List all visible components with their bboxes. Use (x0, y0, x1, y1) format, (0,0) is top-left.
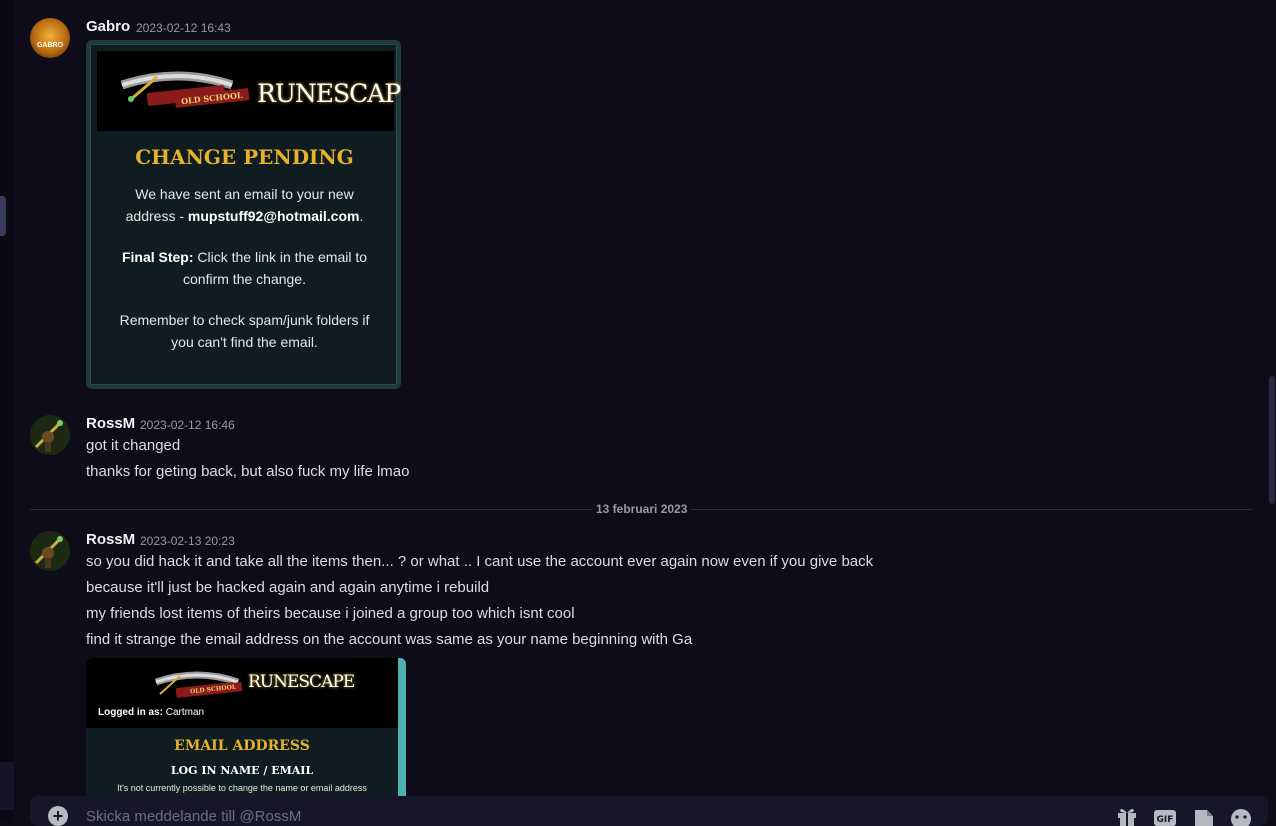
add-icon[interactable]: + (48, 806, 68, 826)
scrollbar-thumb[interactable] (1269, 376, 1275, 504)
username[interactable]: RossM (86, 531, 135, 548)
gif-icon[interactable]: GIF (1154, 806, 1176, 826)
chat-area: GABRO Gabro 2023-02-12 16:43 OLD SCHOOL … (14, 0, 1268, 822)
emoji-icon[interactable] (1230, 806, 1252, 826)
panel-subtitle: LOG IN NAME / EMAIL (170, 764, 314, 777)
avatar[interactable] (30, 415, 70, 455)
image-attachment[interactable]: OLD SCHOOL RUNESCAPE Logged in as: Cartm… (86, 658, 406, 800)
username[interactable]: RossM (86, 415, 135, 432)
text-line: We have sent an email to your new (135, 186, 354, 202)
sticker-icon[interactable] (1193, 806, 1215, 826)
avatar-label: GABRO (36, 42, 64, 49)
message-text: thanks for geting back, but also fuck my… (86, 463, 410, 480)
panel-note: It's not currently possible to change th… (117, 783, 367, 793)
message-input[interactable]: Skicka meddelande till @RossM (86, 808, 301, 825)
logged-in-user: Cartman (163, 707, 205, 718)
sidebar-footer (0, 762, 14, 810)
new-email: mupstuff92@hotmail.com (187, 208, 360, 224)
panel-title: CHANGE PENDING (135, 145, 354, 169)
avatar[interactable]: GABRO (30, 18, 70, 58)
text-line: you can't find the email. (171, 334, 318, 350)
email-sent-text: We have sent an email to your new addres… (101, 183, 388, 227)
selected-indicator (0, 196, 6, 236)
message-text: my friends lost items of theirs because … (86, 605, 575, 622)
timestamp: 2023-02-13 20:23 (140, 534, 235, 548)
svg-text:GIF: GIF (1157, 815, 1174, 825)
brand-logo: RUNESCAPE (248, 672, 355, 692)
text-line: confirm the change. (183, 271, 306, 287)
spam-reminder-text: Remember to check spam/junk folders if y… (101, 309, 388, 353)
panel-title: EMAIL ADDRESS (174, 738, 310, 754)
email-change-panel: OLD SCHOOL RUNESCAPE CHANGE PENDING We h… (90, 44, 401, 385)
message-text: find it strange the email address on the… (86, 631, 693, 648)
game-banner: OLD SCHOOL RUNESCAPE Logged in as: Cartm… (86, 658, 398, 728)
date-divider-label: 13 februari 2023 (592, 502, 692, 516)
scrollbar[interactable] (1268, 0, 1276, 800)
gift-icon[interactable] (1116, 806, 1138, 826)
message-text: got it changed (86, 437, 181, 454)
text-line: Remember to check spam/junk folders if (119, 312, 370, 328)
character-icon (34, 420, 63, 452)
message-text: because it'll just be hacked again and a… (86, 579, 490, 596)
game-banner: OLD SCHOOL RUNESCAPE (97, 51, 401, 131)
timestamp: 2023-02-12 16:43 (136, 21, 231, 35)
message-text: so you did hack it and take all the item… (86, 553, 874, 570)
text-line: Click the link in the email to (193, 249, 368, 265)
logged-in-text: Logged in as: Cartman (98, 707, 204, 718)
brand-logo: RUNESCAPE (257, 79, 401, 108)
server-sidebar-edge (0, 0, 14, 822)
username[interactable]: Gabro (86, 18, 130, 35)
text-line: . (359, 208, 364, 224)
final-step-text: Final Step: Click the link in the email … (101, 246, 388, 290)
timestamp: 2023-02-12 16:46 (140, 418, 235, 432)
logged-in-label: Logged in as: (98, 707, 163, 718)
image-attachment[interactable]: OLD SCHOOL RUNESCAPE CHANGE PENDING We h… (86, 40, 401, 389)
text-line: address - (125, 208, 188, 224)
avatar[interactable] (30, 531, 70, 571)
email-address-panel: OLD SCHOOL RUNESCAPE Logged in as: Cartm… (86, 658, 398, 800)
character-icon (34, 536, 63, 568)
final-step-label: Final Step: (121, 249, 194, 265)
